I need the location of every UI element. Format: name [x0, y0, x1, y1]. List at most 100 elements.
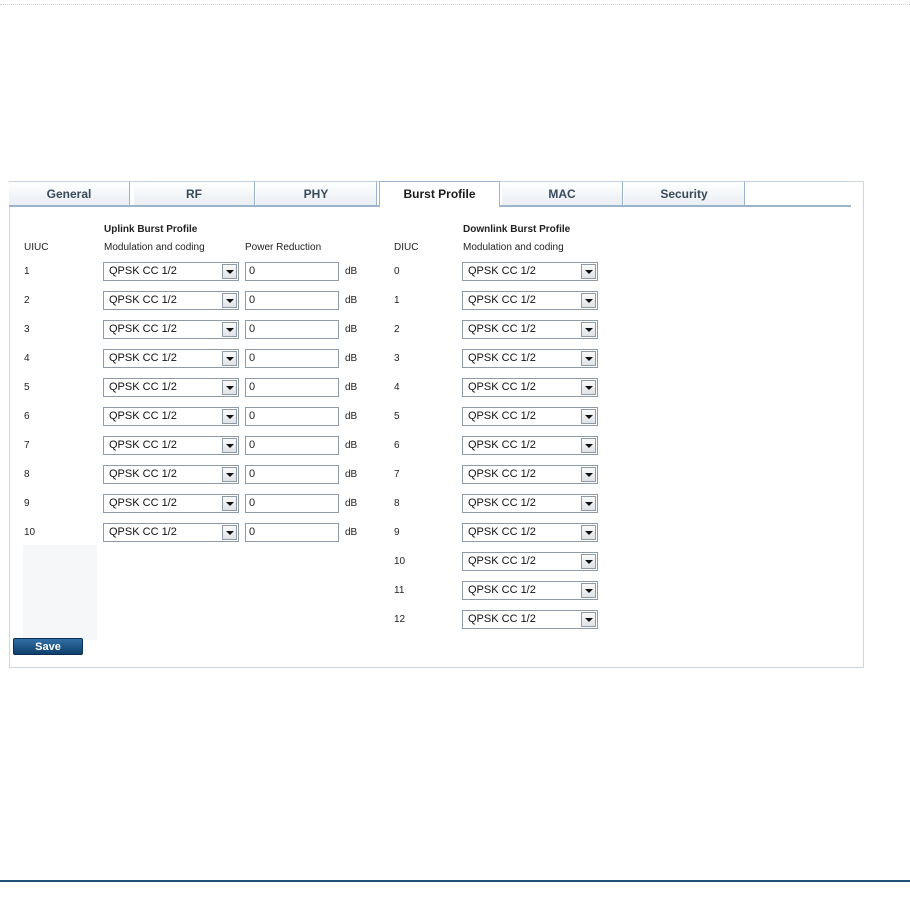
diuc-value: 2: [394, 324, 400, 335]
uiuc-value: 1: [24, 266, 30, 277]
footer-rule: [0, 880, 910, 882]
uiuc-value: 8: [24, 469, 30, 480]
dropdown-arrow-icon[interactable]: [222, 438, 237, 453]
downlink-modulation-select[interactable]: QPSK CC 1/2: [462, 436, 598, 455]
diuc-value: 1: [394, 295, 400, 306]
power-reduction-input[interactable]: 0: [245, 291, 339, 310]
dropdown-arrow-icon[interactable]: [581, 351, 596, 366]
uplink-modulation-select[interactable]: QPSK CC 1/2: [103, 291, 239, 310]
downlink-modulation-select[interactable]: QPSK CC 1/2: [462, 378, 598, 397]
tab-mac[interactable]: MAC: [502, 181, 623, 205]
uplink-modulation-select[interactable]: QPSK CC 1/2: [103, 436, 239, 455]
dropdown-arrow-icon[interactable]: [581, 293, 596, 308]
tab-empty-filler: [747, 181, 851, 205]
diuc-value: 11: [394, 585, 405, 596]
dropdown-arrow-icon[interactable]: [581, 583, 596, 598]
dropdown-arrow-icon[interactable]: [581, 380, 596, 395]
downlink-modulation-select[interactable]: QPSK CC 1/2: [462, 291, 598, 310]
dropdown-arrow-icon[interactable]: [222, 293, 237, 308]
uplink-modulation-select[interactable]: QPSK CC 1/2: [103, 494, 239, 513]
power-reduction-input[interactable]: 0: [245, 436, 339, 455]
uplink-modulation-select[interactable]: QPSK CC 1/2: [103, 320, 239, 339]
power-reduction-input[interactable]: 0: [245, 407, 339, 426]
dropdown-arrow-icon[interactable]: [222, 467, 237, 482]
diuc-value: 3: [394, 353, 400, 364]
db-unit-label: dB: [345, 295, 358, 306]
selected-value: QPSK CC 1/2: [468, 352, 536, 364]
dropdown-arrow-icon[interactable]: [581, 554, 596, 569]
blank-placeholder-area: [23, 545, 97, 640]
selected-value: QPSK CC 1/2: [468, 265, 536, 277]
power-reduction-input[interactable]: 0: [245, 262, 339, 281]
dropdown-arrow-icon[interactable]: [581, 264, 596, 279]
tab-rf[interactable]: RF: [134, 181, 255, 205]
db-unit-label: dB: [345, 353, 358, 364]
uplink-modulation-select[interactable]: QPSK CC 1/2: [103, 349, 239, 368]
downlink-modulation-select[interactable]: QPSK CC 1/2: [462, 465, 598, 484]
diuc-value: 12: [394, 614, 406, 625]
dropdown-arrow-icon[interactable]: [581, 496, 596, 511]
dropdown-arrow-icon[interactable]: [222, 322, 237, 337]
selected-value: QPSK CC 1/2: [468, 555, 536, 567]
dropdown-arrow-icon[interactable]: [222, 496, 237, 511]
dropdown-arrow-icon[interactable]: [222, 525, 237, 540]
uplink-modulation-select[interactable]: QPSK CC 1/2: [103, 262, 239, 281]
diuc-value: 4: [394, 382, 400, 393]
tab-security[interactable]: Security: [624, 181, 745, 205]
uplink-modulation-select[interactable]: QPSK CC 1/2: [103, 378, 239, 397]
uiuc-value: 2: [24, 295, 30, 306]
downlink-modulation-select[interactable]: QPSK CC 1/2: [462, 320, 598, 339]
selected-value: QPSK CC 1/2: [468, 468, 536, 480]
top-dotted-divider: [0, 4, 910, 5]
db-unit-label: dB: [345, 382, 358, 393]
dropdown-arrow-icon[interactable]: [581, 409, 596, 424]
dropdown-arrow-icon[interactable]: [222, 409, 237, 424]
selected-value: QPSK CC 1/2: [468, 439, 536, 451]
dropdown-arrow-icon[interactable]: [581, 438, 596, 453]
uiuc-value: 4: [24, 353, 30, 364]
selected-value: QPSK CC 1/2: [109, 323, 177, 335]
uiuc-value: 3: [24, 324, 30, 335]
downlink-modulation-select[interactable]: QPSK CC 1/2: [462, 349, 598, 368]
uiuc-value: 5: [24, 382, 30, 393]
tab-phy[interactable]: PHY: [256, 181, 377, 205]
dropdown-arrow-icon[interactable]: [581, 467, 596, 482]
selected-value: QPSK CC 1/2: [109, 439, 177, 451]
uplink-modulation-select[interactable]: QPSK CC 1/2: [103, 523, 239, 542]
dropdown-arrow-icon[interactable]: [222, 351, 237, 366]
downlink-modulation-select[interactable]: QPSK CC 1/2: [462, 523, 598, 542]
tab-general[interactable]: General: [9, 181, 130, 205]
downlink-modulation-select[interactable]: QPSK CC 1/2: [462, 494, 598, 513]
dropdown-arrow-icon[interactable]: [222, 264, 237, 279]
diuc-value: 9: [394, 527, 400, 538]
power-reduction-input[interactable]: 0: [245, 349, 339, 368]
downlink-modulation-select[interactable]: QPSK CC 1/2: [462, 407, 598, 426]
power-reduction-input[interactable]: 0: [245, 465, 339, 484]
power-reduction-input[interactable]: 0: [245, 378, 339, 397]
diuc-column-header: DIUC: [394, 242, 419, 253]
downlink-modulation-select[interactable]: QPSK CC 1/2: [462, 610, 598, 629]
uplink-modulation-select[interactable]: QPSK CC 1/2: [103, 465, 239, 484]
downlink-modulation-select[interactable]: QPSK CC 1/2: [462, 552, 598, 571]
downlink-modulation-select[interactable]: QPSK CC 1/2: [462, 262, 598, 281]
selected-value: QPSK CC 1/2: [109, 294, 177, 306]
uplink-modulation-select[interactable]: QPSK CC 1/2: [103, 407, 239, 426]
selected-value: QPSK CC 1/2: [468, 323, 536, 335]
db-unit-label: dB: [345, 324, 358, 335]
power-reduction-input[interactable]: 0: [245, 320, 339, 339]
tab-burst-profile[interactable]: Burst Profile: [379, 181, 500, 208]
dropdown-arrow-icon[interactable]: [581, 322, 596, 337]
dropdown-arrow-icon[interactable]: [581, 612, 596, 627]
power-reduction-input[interactable]: 0: [245, 494, 339, 513]
selected-value: QPSK CC 1/2: [468, 584, 536, 596]
selected-value: QPSK CC 1/2: [468, 294, 536, 306]
dropdown-arrow-icon[interactable]: [581, 525, 596, 540]
downlink-modulation-select[interactable]: QPSK CC 1/2: [462, 581, 598, 600]
uplink-modulation-column-header: Modulation and coding: [104, 242, 205, 253]
power-reduction-input[interactable]: 0: [245, 523, 339, 542]
diuc-value: 6: [394, 440, 400, 451]
selected-value: QPSK CC 1/2: [109, 410, 177, 422]
save-button[interactable]: Save: [13, 638, 83, 655]
diuc-value: 10: [394, 556, 406, 567]
dropdown-arrow-icon[interactable]: [222, 380, 237, 395]
